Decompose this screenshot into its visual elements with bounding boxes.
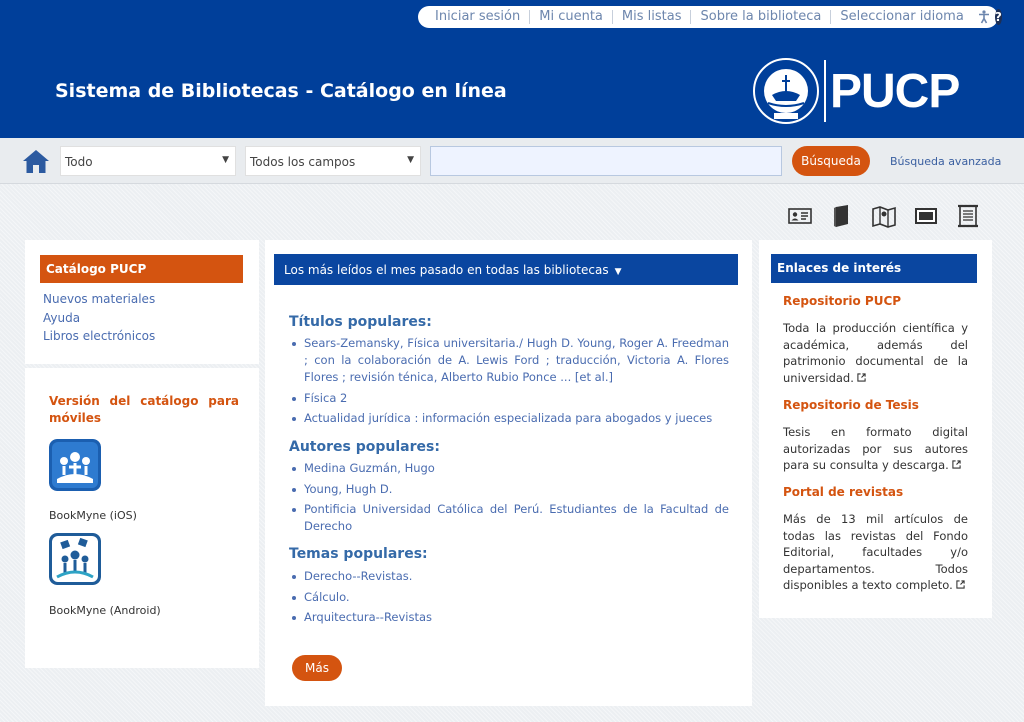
popular-header-label: Los más leídos el mes pasado en todas la… [284,263,609,277]
list-item[interactable]: Derecho--Revistas. [289,568,729,585]
list-item[interactable]: Young, Hugh D. [289,481,729,498]
logo-text: PUCP [830,64,960,118]
app-android-label[interactable]: BookMyne (Android) [49,604,161,617]
link-title-portal-revistas[interactable]: Portal de revistas [783,485,903,499]
chevron-down-icon: ▼ [222,155,229,165]
links-panel: Enlaces de interés Repositorio PUCP Toda… [759,240,992,618]
nav-help[interactable]: Ayuda [43,309,155,328]
advanced-search-link[interactable]: Búsqueda avanzada [890,155,1001,168]
external-link-icon[interactable] [857,372,866,382]
map-icon[interactable] [872,204,896,228]
login-link[interactable]: Iniciar sesión [426,10,531,24]
link-desc-text: Tesis en formato digital autorizadas por… [783,425,968,472]
list-item[interactable]: Sears-Zemansky, Física universitaria./ H… [289,335,729,386]
more-button[interactable]: Más [292,655,342,681]
list-item[interactable]: Física 2 [289,390,729,407]
logo-divider [824,60,826,122]
mobile-version-title: Versión del catálogo para móviles [49,394,239,425]
scope-select-value: Todo [65,155,93,169]
link-desc-repositorio-pucp: Toda la producción científica y académic… [783,320,968,386]
about-library-link[interactable]: Sobre la biblioteca [691,10,832,24]
catalog-menu-panel: Catálogo PUCP Nuevos materiales Ayuda Li… [25,240,259,364]
utility-bar: Iniciar sesión Mi cuenta Mis listas Sobr… [418,6,1002,28]
app-android[interactable]: BookMyne (Android) [49,533,161,617]
popular-authors-heading: Autores populares: [289,439,440,455]
app-ios-label[interactable]: BookMyne (iOS) [49,509,137,522]
search-input[interactable] [430,146,782,176]
list-item[interactable]: Arquitectura--Revistas [289,609,729,626]
help-icon[interactable]: ? [994,9,1002,25]
list-item[interactable]: Cálculo. [289,589,729,606]
popular-titles-heading: Títulos populares: [289,314,432,330]
my-lists-link[interactable]: Mis listas [613,10,692,24]
links-header: Enlaces de interés [771,254,977,283]
chevron-down-icon: ▼ [614,267,622,277]
site-header: Iniciar sesión Mi cuenta Mis listas Sobr… [0,0,1024,138]
field-select[interactable]: Todos los campos ▼ [245,146,421,176]
scroll-icon[interactable] [956,204,980,228]
site-title: Sistema de Bibliotecas - Catálogo en lín… [55,80,507,102]
search-button[interactable]: Búsqueda [792,146,870,176]
search-bar: Todo ▼ Todos los campos ▼ Búsqueda Búsqu… [0,138,1024,184]
my-account-link[interactable]: Mi cuenta [530,10,613,24]
seal-icon [753,58,819,124]
list-item[interactable]: Pontificia Universidad Católica del Perú… [289,501,729,535]
catalog-menu-list: Nuevos materiales Ayuda Libros electróni… [43,290,155,346]
chevron-down-icon: ▼ [407,155,414,165]
link-desc-repositorio-tesis: Tesis en formato digital autorizadas por… [783,424,968,474]
book-icon[interactable] [830,204,854,228]
popular-authors-list: Medina Guzmán, Hugo Young, Hugh D. Ponti… [289,460,729,539]
list-item[interactable]: Medina Guzmán, Hugo [289,460,729,477]
popular-header-dropdown[interactable]: Los más leídos el mes pasado en todas la… [274,254,738,285]
link-desc-text: Toda la producción científica y académic… [783,321,968,385]
video-icon[interactable] [914,204,938,228]
catalog-menu-header: Catálogo PUCP [40,255,243,283]
link-title-repositorio-pucp[interactable]: Repositorio PUCP [783,294,901,308]
bookmyne-android-icon[interactable] [49,533,101,585]
home-icon[interactable] [22,148,50,174]
app-ios[interactable]: BookMyne (iOS) [49,439,137,522]
select-language-link[interactable]: Seleccionar idioma [831,10,972,24]
external-link-icon[interactable] [956,580,965,589]
link-desc-portal-revistas: Más de 13 mil artículos de todas las rev… [783,511,968,594]
popular-subjects-list: Derecho--Revistas. Cálculo. Arquitectura… [289,568,729,630]
popular-subjects-heading: Temas populares: [289,546,428,562]
bookmyne-ios-icon[interactable] [49,439,101,491]
mobile-version-panel: Versión del catálogo para móviles BookMy… [25,368,259,668]
external-link-icon[interactable] [952,460,961,469]
popular-panel: Los más leídos el mes pasado en todas la… [265,240,752,706]
format-icons-row [788,202,988,230]
field-select-value: Todos los campos [250,155,356,169]
id-card-icon[interactable] [788,204,812,228]
popular-titles-list: Sears-Zemansky, Física universitaria./ H… [289,335,729,431]
scope-select[interactable]: Todo ▼ [60,146,236,176]
nav-new-materials[interactable]: Nuevos materiales [43,290,155,309]
nav-ebooks[interactable]: Libros electrónicos [43,327,155,346]
pucp-logo[interactable]: PUCP [752,54,982,128]
list-item[interactable]: Actualidad jurídica : información especi… [289,410,729,427]
link-title-repositorio-tesis[interactable]: Repositorio de Tesis [783,398,919,412]
link-desc-text: Más de 13 mil artículos de todas las rev… [783,512,968,592]
accessibility-icon[interactable] [977,9,991,25]
